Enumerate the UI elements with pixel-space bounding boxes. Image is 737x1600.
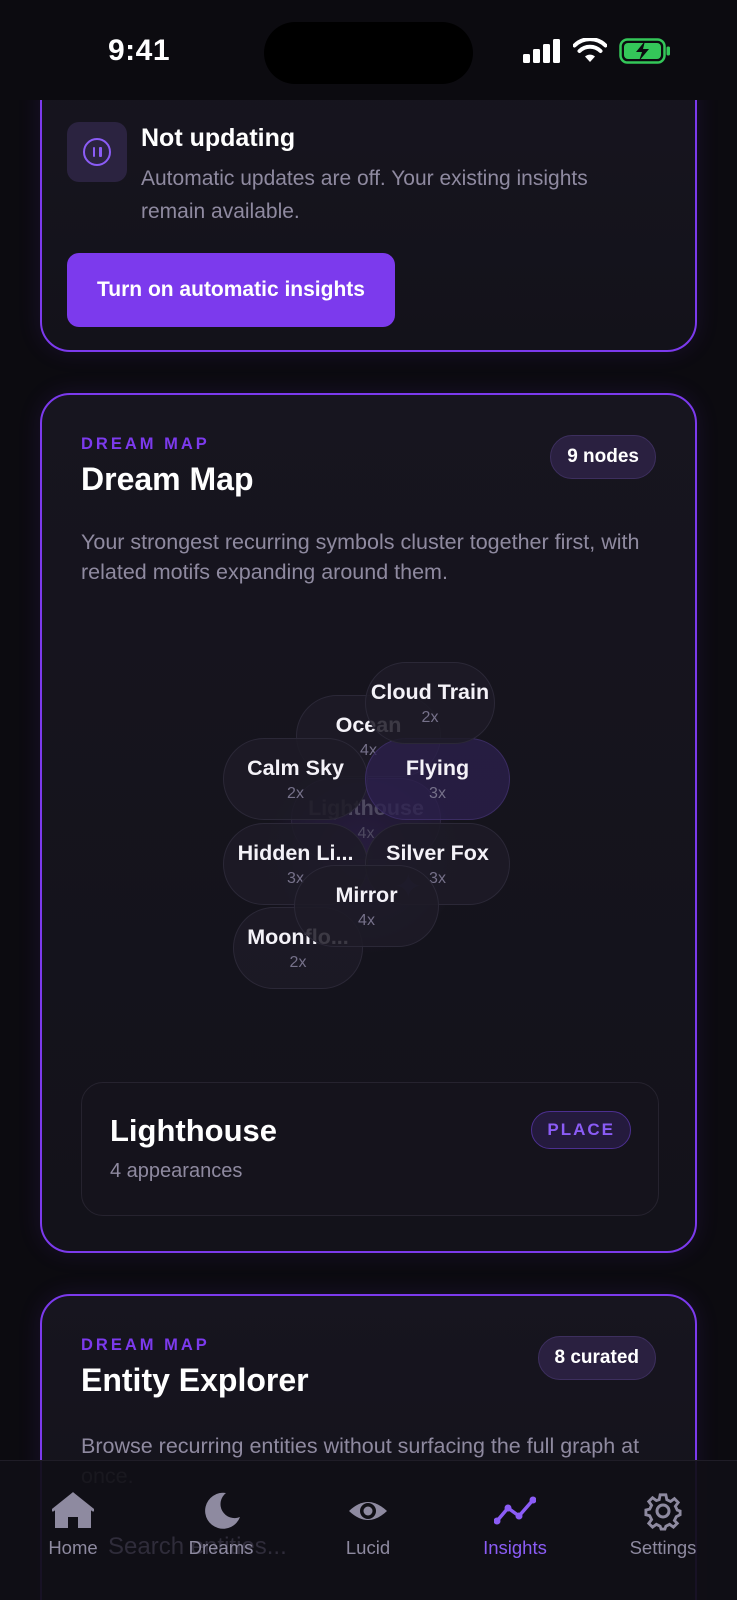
tab-settings[interactable]: Settings — [603, 1491, 723, 1559]
dynamic-island — [264, 22, 473, 84]
entity-explorer-eyebrow: DREAM MAP — [81, 1336, 210, 1354]
dream-map-graph[interactable]: Ocean 4x Lighthouse 4x ✦ Calm Sky 2x Hid… — [42, 645, 699, 1065]
wifi-icon — [573, 38, 607, 62]
tab-settings-label: Settings — [629, 1537, 697, 1558]
gear-icon — [644, 1493, 682, 1531]
update-status-card: Not updating Automatic updates are off. … — [40, 60, 697, 352]
dream-map-eyebrow: DREAM MAP — [81, 435, 210, 453]
selected-node-detail: Lighthouse 4 appearances PLACE — [81, 1082, 659, 1216]
dream-map-title: Dream Map — [81, 461, 254, 497]
battery-charging-icon — [619, 38, 670, 64]
node-count-badge: 9 nodes — [550, 435, 656, 479]
insights-scroll-view[interactable]: Not updating Automatic updates are off. … — [0, 0, 737, 1600]
dream-map-description: Your strongest recurring symbols cluster… — [81, 530, 640, 584]
pause-icon — [67, 122, 127, 182]
node-type-tag: PLACE — [531, 1111, 631, 1149]
entity-explorer-title: Entity Explorer — [81, 1362, 309, 1398]
map-node-flying[interactable]: Flying 3x — [365, 738, 510, 820]
selected-node-title: Lighthouse — [110, 1113, 278, 1148]
dream-map-card: DREAM MAP Dream Map 9 nodes Your stronge… — [40, 393, 697, 1253]
tab-dreams[interactable]: Dreams — [161, 1491, 281, 1559]
update-status-title: Not updating — [141, 124, 296, 152]
update-status-description: Automatic updates are off. Your existing… — [141, 167, 588, 223]
tab-lucid[interactable]: Lucid — [308, 1491, 428, 1559]
turn-on-insights-button[interactable]: Turn on automatic insights — [67, 253, 395, 327]
tab-bar: Search entities... Home Dreams Lucid Ins… — [0, 1460, 737, 1600]
tab-insights-label: Insights — [483, 1537, 547, 1558]
home-icon — [52, 1492, 94, 1528]
selected-node-appearances: 4 appearances — [110, 1160, 243, 1182]
moon-icon — [205, 1492, 240, 1529]
tab-insights[interactable]: Insights — [455, 1491, 575, 1559]
cellular-signal-icon — [523, 39, 560, 63]
tab-dreams-label: Dreams — [188, 1537, 254, 1558]
map-node-calm-sky[interactable]: Calm Sky 2x — [223, 738, 368, 820]
chart-line-icon — [494, 1496, 536, 1525]
curated-count-badge: 8 curated — [537, 1336, 656, 1380]
status-bar: 9:41 — [0, 0, 737, 100]
eye-icon — [349, 1502, 387, 1520]
status-time: 9:41 — [108, 34, 171, 67]
tab-home[interactable]: Home — [13, 1491, 133, 1559]
tab-home-label: Home — [48, 1537, 98, 1558]
status-icons — [523, 38, 671, 64]
map-node-cloud-train[interactable]: Cloud Train 2x — [365, 662, 495, 744]
map-node-mirror[interactable]: Mirror 4x — [294, 865, 439, 947]
tab-lucid-label: Lucid — [345, 1537, 391, 1558]
